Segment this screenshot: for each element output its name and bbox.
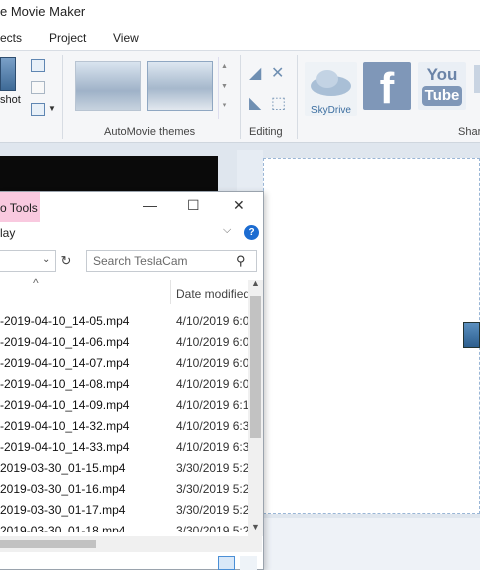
video-tools-tab[interactable]: o Tools <box>0 192 40 222</box>
list-item[interactable]: -2019-04-10_14-33.mp4 4/10/2019 6:3 <box>0 438 248 459</box>
scroll-down-icon[interactable]: ▼ <box>251 522 260 532</box>
play-tab[interactable]: lay <box>0 226 15 240</box>
refresh-icon[interactable]: ↻ <box>57 250 75 272</box>
sort-caret-icon: ^ <box>33 276 39 290</box>
help-icon[interactable]: ? <box>244 225 259 240</box>
list-item[interactable]: -2019-04-10_14-06.mp4 4/10/2019 6:0 <box>0 333 248 354</box>
youtube-icon[interactable]: You Tube <box>418 62 466 110</box>
close-button[interactable]: ✕ <box>233 197 245 214</box>
facebook-icon[interactable]: f <box>363 62 411 113</box>
theme-gallery-scroll[interactable]: ▲ ▼ ▾ <box>218 57 230 119</box>
maximize-button[interactable]: ☐ <box>187 197 200 214</box>
credits-dropdown-icon[interactable]: ▼ <box>48 104 56 113</box>
share-more-edge[interactable] <box>474 65 480 93</box>
list-item[interactable]: -2019-04-10_14-07.mp4 4/10/2019 6:0 <box>0 354 248 375</box>
column-header-date[interactable]: Date modified <box>176 287 248 301</box>
details-view-icon[interactable] <box>218 556 235 570</box>
list-item[interactable]: 2019-03-30_01-17.mp4 3/30/2019 5:2 <box>0 501 248 522</box>
credits-icon[interactable] <box>31 103 45 116</box>
group-divider <box>297 55 298 139</box>
skydrive-label: SkyDrive <box>310 105 351 116</box>
large-icons-view-icon[interactable] <box>240 556 257 570</box>
video-preview[interactable] <box>0 156 218 196</box>
editing-label: Editing <box>249 126 283 138</box>
address-bar[interactable]: ⌄ <box>0 250 56 272</box>
share-label: Shar <box>458 126 480 138</box>
caption-icon[interactable] <box>31 81 45 94</box>
select-all-icon[interactable]: ⬚ <box>271 93 286 113</box>
trim-icon[interactable]: ◢ <box>249 63 261 83</box>
list-item[interactable]: 2019-03-30_01-16.mp4 3/30/2019 5:2 <box>0 480 248 501</box>
ribbon: shot ▼ ▲ ▼ ▾ AutoMovie themes ◢ ✕ ◣ ⬚ Ed… <box>0 51 480 143</box>
list-item[interactable]: -2019-04-10_14-09.mp4 4/10/2019 6:1 <box>0 396 248 417</box>
group-divider <box>240 55 241 139</box>
theme-thumbnail[interactable] <box>147 61 213 111</box>
list-item[interactable]: -2019-04-10_14-32.mp4 4/10/2019 6:3 <box>0 417 248 438</box>
group-divider <box>62 55 63 139</box>
file-list: -2019-04-10_14-05.mp4 4/10/2019 6:0 -2019… <box>0 312 248 532</box>
search-icon[interactable]: ⚲ <box>236 253 246 269</box>
chevron-down-icon[interactable]: ⌄ <box>42 254 50 265</box>
search-input[interactable]: Search TeslaCam <box>86 250 257 272</box>
theme-thumbnail[interactable] <box>75 61 141 111</box>
chevron-down-icon[interactable]: ⌵ <box>223 224 231 237</box>
list-item[interactable]: 2019-03-30_01-18.mp4 3/30/2019 5:2 <box>0 522 248 532</box>
storyboard-area[interactable] <box>263 158 480 514</box>
tab-effects[interactable]: ects <box>0 31 22 45</box>
snapshot-icon[interactable] <box>0 57 16 91</box>
tab-project[interactable]: Project <box>49 31 86 45</box>
file-explorer-window: o Tools — ☐ ✕ lay ⌵ ? ⌄ ↻ Search TeslaCa… <box>0 191 264 570</box>
vertical-scroll-thumb[interactable] <box>250 296 261 438</box>
automovie-themes-label: AutoMovie themes <box>104 126 196 138</box>
video-clip-icon[interactable] <box>463 322 480 348</box>
rotate-icon[interactable]: ◣ <box>249 93 261 113</box>
minimize-button[interactable]: — <box>143 197 157 213</box>
menu-tab-bar: ects Project View <box>0 26 480 51</box>
list-item[interactable]: -2019-04-10_14-08.mp4 4/10/2019 6:0 <box>0 375 248 396</box>
list-item[interactable]: 2019-03-30_01-15.mp4 3/30/2019 5:2 <box>0 459 248 480</box>
list-item[interactable]: -2019-04-10_14-05.mp4 4/10/2019 6:0 <box>0 312 248 333</box>
skydrive-icon[interactable]: SkyDrive <box>305 62 357 116</box>
horizontal-scroll-thumb[interactable] <box>0 540 96 548</box>
text-icon[interactable] <box>31 59 45 72</box>
snapshot-label: shot <box>0 94 21 106</box>
split-icon[interactable]: ✕ <box>271 63 284 83</box>
scroll-up-icon[interactable]: ▲ <box>251 278 260 288</box>
window-title: e Movie Maker <box>0 0 480 26</box>
status-bar <box>263 518 480 570</box>
column-divider[interactable] <box>170 280 171 304</box>
tab-view[interactable]: View <box>113 31 139 45</box>
